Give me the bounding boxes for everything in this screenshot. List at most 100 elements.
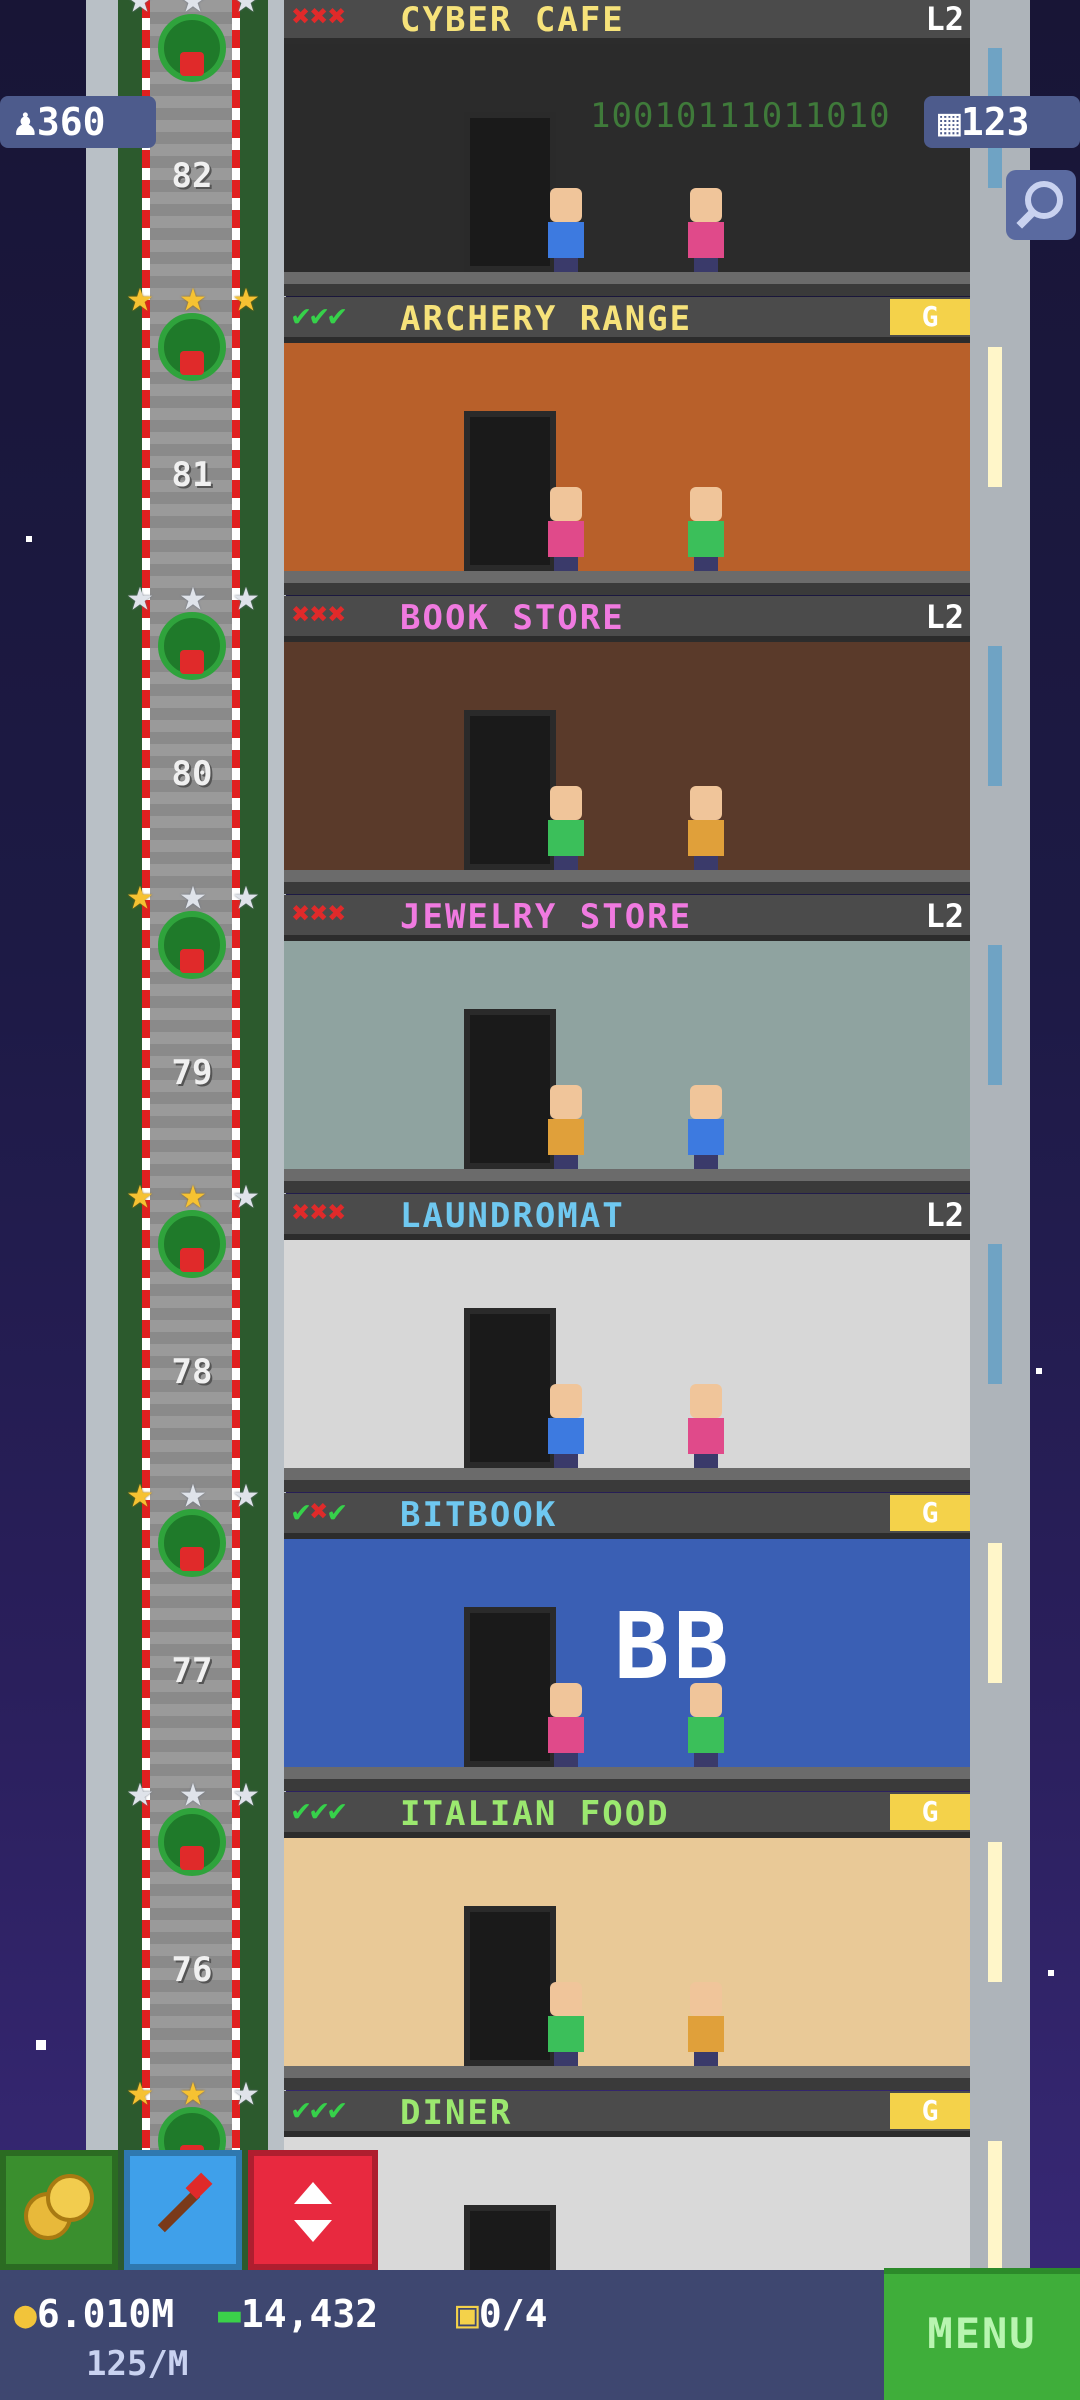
background-star [1048, 1970, 1054, 1976]
floor-room: 10010111011010 [284, 44, 970, 284]
hammer-icon [157, 2172, 213, 2233]
bitizen[interactable] [684, 1085, 728, 1169]
bitizen[interactable] [684, 188, 728, 272]
gold-badge: G [890, 299, 970, 335]
tower-window [988, 1543, 1002, 1683]
floor-cyber-cafe[interactable]: ✖✖✖ CYBER CAFE L2 10010111011010 [284, 0, 970, 296]
bitizen[interactable] [544, 487, 588, 571]
floor-room [284, 941, 970, 1181]
coins-tool-button[interactable] [0, 2150, 118, 2270]
tower-window [988, 1842, 1002, 1982]
floor-name: JEWELRY STORE [400, 897, 693, 937]
bitizen[interactable] [684, 786, 728, 870]
menu-button[interactable]: MENU [884, 2268, 1080, 2400]
floor-header: ✖✖✖ LAUNDROMAT L2 [284, 1194, 970, 1240]
population-counter[interactable]: ♟360 [0, 96, 156, 148]
floor-header: ✔✔✔ ITALIAN FOOD G [284, 1792, 970, 1838]
cross-icon: ✖ [328, 597, 347, 632]
elevator-door [464, 1607, 556, 1767]
bitizen[interactable] [544, 1384, 588, 1468]
binary-wall-text: 10010111011010 [590, 96, 891, 136]
coin-icon: ● [14, 2292, 37, 2336]
cross-icon: ✖ [292, 896, 311, 931]
elevator-door [464, 112, 556, 272]
level-badge: L2 [925, 0, 964, 38]
elevator-floor-number: 78 [171, 1352, 213, 1392]
bitizen[interactable] [544, 188, 588, 272]
floor-base [284, 2066, 970, 2078]
floor-italian-food[interactable]: ✔✔✔ ITALIAN FOOD G [284, 1792, 970, 2090]
check-icon: ✔ [328, 1793, 347, 1828]
background-star [26, 536, 32, 542]
floor-room: BB [284, 1539, 970, 1779]
bitizen[interactable] [684, 1982, 728, 2066]
tower-window [988, 646, 1002, 786]
bitizen[interactable] [544, 786, 588, 870]
bitizen[interactable] [684, 1384, 728, 1468]
pickaxe-tool-button[interactable] [124, 2150, 242, 2270]
floors-counter[interactable]: ▦123 [924, 96, 1080, 148]
stock-checks: ✖✖✖ [292, 1198, 346, 1228]
check-icon: ✔ [310, 2092, 329, 2127]
bitizen[interactable] [684, 1683, 728, 1767]
floor-name: LAUNDROMAT [400, 1196, 625, 1236]
elevator-door [464, 1308, 556, 1468]
wreath-icon [150, 8, 234, 92]
stock-checks: ✔✔✔ [292, 1796, 346, 1826]
elevator-floor-number: 82 [171, 156, 213, 196]
elevator-door [464, 710, 556, 870]
wreath-icon [150, 307, 234, 391]
bitizen[interactable] [544, 1085, 588, 1169]
floor-base [284, 1767, 970, 1779]
cross-icon: ✖ [310, 1195, 329, 1230]
floor-room [284, 642, 970, 882]
wreath-icon [150, 1204, 234, 1288]
elevator-floor-number: 79 [171, 1053, 213, 1093]
elevator-tool-button[interactable] [248, 2150, 378, 2270]
tower-window [988, 1244, 1002, 1384]
person-icon: ♟ [14, 100, 37, 144]
background-star [1036, 1368, 1042, 1374]
tower-window [988, 347, 1002, 487]
floor-jewelry-store[interactable]: ✖✖✖ JEWELRY STORE L2 [284, 895, 970, 1193]
stock-checks: ✔✔✔ [292, 301, 346, 331]
gold-badge: G [890, 2093, 970, 2129]
bitizen[interactable] [544, 1683, 588, 1767]
elevator-door [464, 411, 556, 571]
check-icon: ✔ [292, 1793, 311, 1828]
floor-bitbook[interactable]: ✔✖✔ BITBOOK G BB [284, 1493, 970, 1791]
floor-laundromat[interactable]: ✖✖✖ LAUNDROMAT L2 [284, 1194, 970, 1492]
level-badge: L2 [925, 1196, 964, 1234]
floor-room [284, 343, 970, 583]
elevator-door [464, 1906, 556, 2066]
floor-header: ✔✖✔ BITBOOK G [284, 1493, 970, 1539]
elevator-door [464, 1009, 556, 1169]
floor-book-store[interactable]: ✖✖✖ BOOK STORE L2 [284, 596, 970, 894]
gold-badge: G [890, 1794, 970, 1830]
cross-icon: ✖ [292, 597, 311, 632]
stock-checks: ✔✔✔ [292, 2095, 346, 2125]
floor-archery-range[interactable]: ✔✔✔ ARCHERY RANGE G [284, 297, 970, 595]
stock-checks: ✖✖✖ [292, 600, 346, 630]
bitizen[interactable] [684, 487, 728, 571]
cross-icon: ✖ [310, 597, 329, 632]
ticket-icon: ▣ [456, 2292, 479, 2336]
bitizen[interactable] [544, 1982, 588, 2066]
floor-name: ITALIAN FOOD [400, 1794, 670, 1834]
tickets-value: 0/4 [478, 2292, 548, 2336]
population-value: 360 [36, 100, 106, 144]
floor-room [284, 1838, 970, 2078]
floor-header: ✔✔✔ ARCHERY RANGE G [284, 297, 970, 343]
floor-base [284, 272, 970, 284]
wreath-icon [150, 606, 234, 690]
check-icon: ✔ [292, 298, 311, 333]
background-star [36, 2040, 46, 2050]
bux-value: 14,432 [240, 2292, 379, 2336]
floor-base [284, 1169, 970, 1181]
elevator-floor-number: 81 [171, 455, 213, 495]
search-button[interactable] [1006, 170, 1076, 240]
level-badge: L2 [925, 897, 964, 935]
bux-stat: ▬14,432 [218, 2292, 378, 2336]
floor-header: ✖✖✖ BOOK STORE L2 [284, 596, 970, 642]
elevator-floor-number: 77 [171, 1651, 213, 1691]
